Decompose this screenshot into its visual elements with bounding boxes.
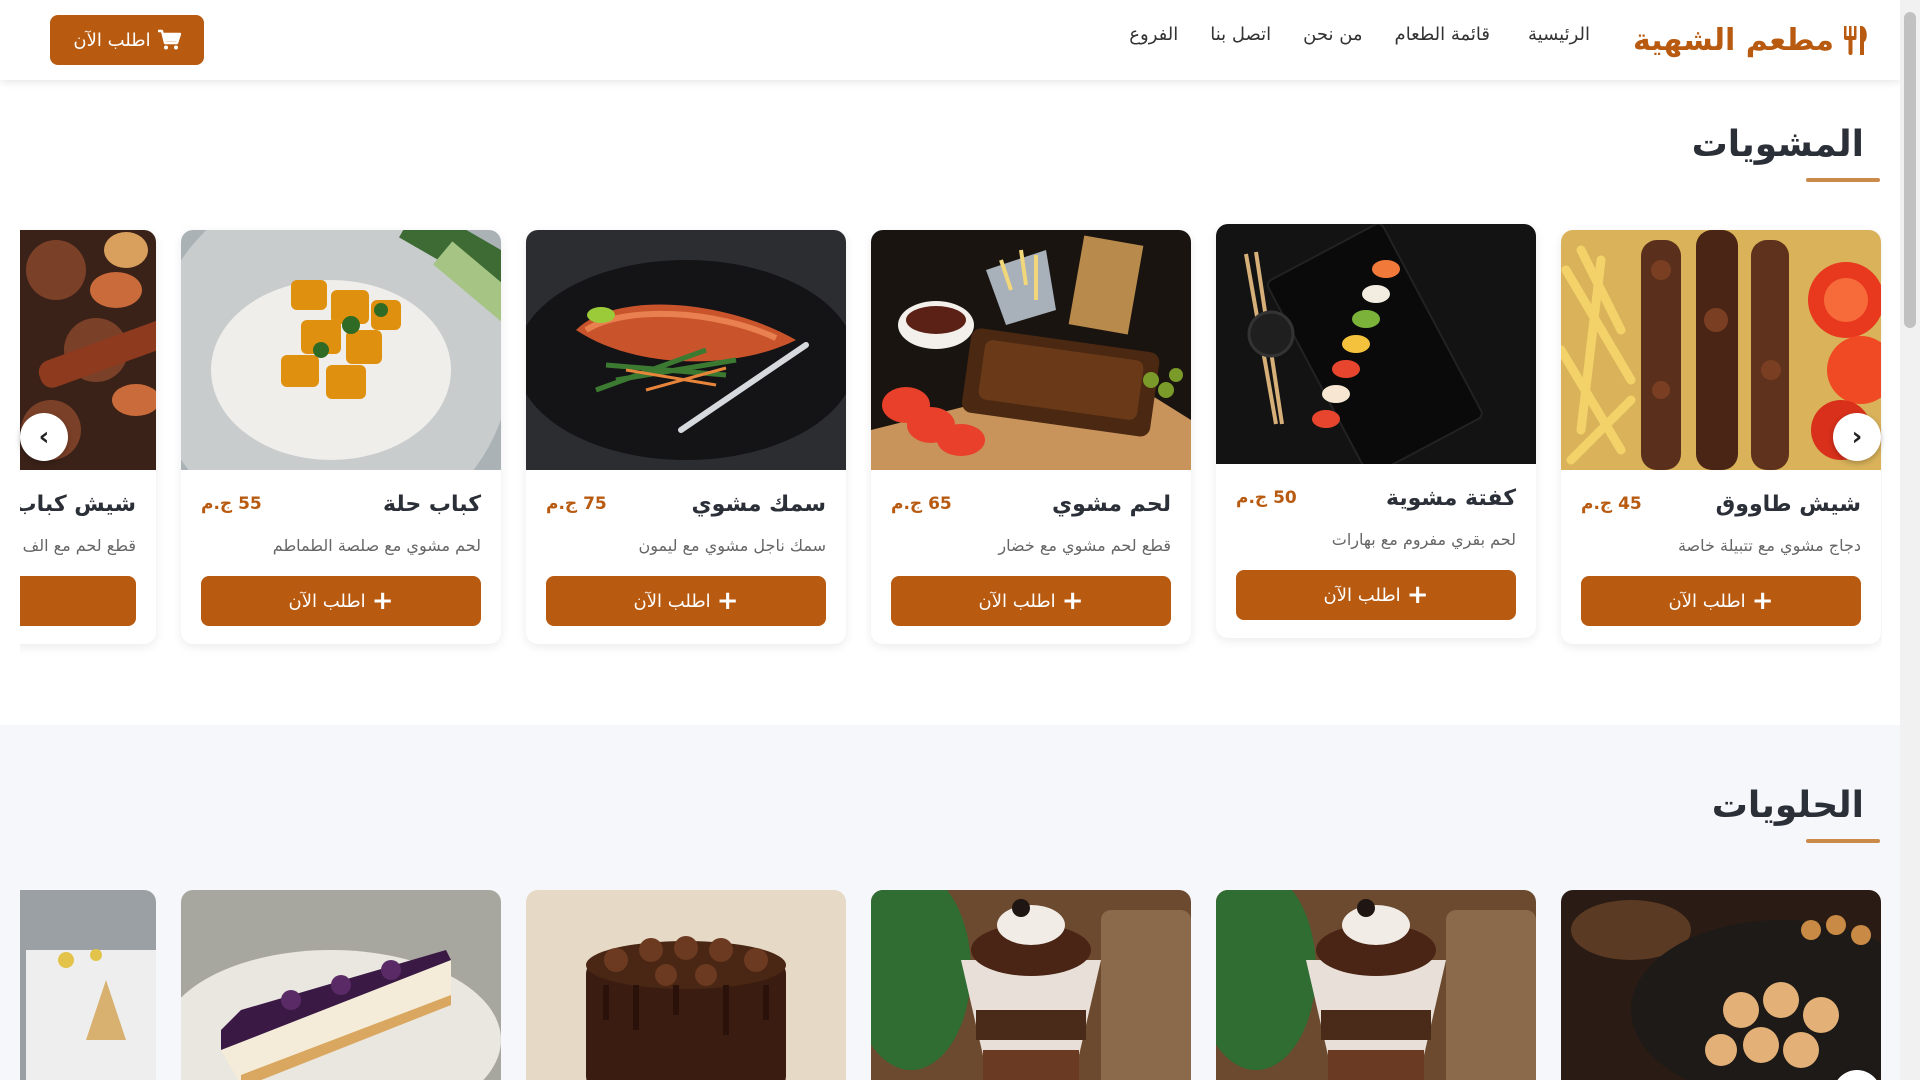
dish-image-dumplings: [1561, 890, 1881, 1080]
menu-card-grilled-meat: لحم مشوي 65 ج.م قطع لحم مشوي مع خضار + ا…: [871, 230, 1191, 644]
grills-carousel: شيش طاووق 45 ج.م دجاج مشوي مع تتبيلة خاص…: [20, 220, 1882, 720]
dish-description: دجاج مشوي مع تتبيلة خاصة: [1677, 536, 1861, 555]
page-scrollbar[interactable]: [1900, 0, 1920, 1080]
nav-home[interactable]: الرئيسية: [1528, 24, 1590, 45]
dish-price: 65 ج.م: [891, 494, 952, 514]
plus-icon: +: [1406, 580, 1429, 610]
chevron-left-icon: ‹: [38, 422, 50, 452]
order-dish-label: اطلب الآن: [288, 590, 366, 612]
menu-card-kebab-halla: كباب حلة 55 ج.م لحم مشوي مع صلصة الطماطم…: [181, 230, 501, 644]
dish-price: 45 ج.م: [1581, 494, 1642, 514]
dish-description: لحم بقري مفروم مع بهارات: [1331, 530, 1516, 549]
dish-name: شيش كباب: [20, 492, 136, 517]
order-dish-label: اطلب الآن: [633, 590, 711, 612]
order-dish-button[interactable]: + اطلب الآن: [1236, 570, 1516, 620]
dish-image-parfait: [871, 890, 1191, 1080]
order-dish-label: اطلب الآن: [1323, 584, 1401, 606]
sweets-title: الحلويات: [1711, 785, 1864, 826]
order-dish-button[interactable]: + اطلب الآن: [891, 576, 1171, 626]
menu-card-kofta: كفتة مشوية 50 ج.م لحم بقري مفروم مع بهار…: [1216, 224, 1536, 638]
cart-icon: [157, 29, 181, 50]
sweet-card-cheesecake: [181, 890, 501, 1080]
dish-image-decorated-cake: [20, 890, 156, 1080]
dish-name: كفتة مشوية: [1385, 486, 1516, 511]
nav-about[interactable]: من نحن: [1303, 24, 1362, 45]
dish-name: كباب حلة: [383, 492, 481, 517]
menu-card-grilled-fish: سمك مشوي 75 ج.م سمك ناجل مشوي مع ليمون +…: [526, 230, 846, 644]
scrollbar-thumb[interactable]: [1904, 12, 1916, 328]
nav-branches[interactable]: الفروع: [1129, 24, 1178, 45]
nav-links: الرئيسية قائمة الطعام من نحن اتصل بنا ال…: [1129, 24, 1590, 45]
grills-section: المشويات شيش طاووق 45 ج.م دجاج مشوي مع ت…: [0, 80, 1900, 725]
dish-description: قطع لحم مشوي مع خضار: [998, 536, 1171, 555]
order-dish-button[interactable]: + اطلب الآن: [546, 576, 826, 626]
sweet-card-decorated-cake: [20, 890, 156, 1080]
sweets-title-underline: [1806, 839, 1880, 843]
sweet-card-chocolate-cake: [526, 890, 846, 1080]
order-dish-button[interactable]: + اطلب الآن: [201, 576, 481, 626]
carousel-prev-button[interactable]: ‹: [20, 413, 68, 461]
navbar: مطعم الشهية الرئيسية قائمة الطعام من نحن…: [0, 0, 1900, 80]
sweets-section: الحلويات: [0, 725, 1900, 1080]
sweet-card-parfait: [1216, 890, 1536, 1080]
dish-image-grilled-meat: [871, 230, 1191, 470]
plus-icon: +: [371, 586, 394, 616]
grills-title: المشويات: [1691, 124, 1864, 165]
order-dish-label: اطلب الآن: [978, 590, 1056, 612]
dish-description: سمك ناجل مشوي مع ليمون: [638, 536, 826, 555]
dish-image-parfait: [1216, 890, 1536, 1080]
sweet-card-parfait-2: [871, 890, 1191, 1080]
dish-name: شيش طاووق: [1715, 492, 1861, 517]
plus-icon: +: [1061, 586, 1084, 616]
dish-name: سمك مشوي: [691, 492, 827, 517]
nav-contact[interactable]: اتصل بنا: [1210, 24, 1271, 45]
order-now-button[interactable]: اطلب الآن: [50, 15, 204, 65]
utensils-icon: [1844, 26, 1867, 55]
order-dish-label: اطلب الآن: [1668, 590, 1746, 612]
dish-description: لحم مشوي مع صلصة الطماطم: [272, 536, 481, 555]
dish-description: قطع لحم مع الف: [22, 536, 136, 555]
order-dish-button[interactable]: +: [20, 576, 136, 626]
dish-image-cheesecake: [181, 890, 501, 1080]
dish-price: 75 ج.م: [546, 494, 607, 514]
plus-icon: +: [1751, 586, 1774, 616]
nav-menu[interactable]: قائمة الطعام: [1395, 24, 1490, 45]
order-dish-button[interactable]: + اطلب الآن: [1581, 576, 1861, 626]
dish-image-grilled-fish: [526, 230, 846, 470]
sweets-carousel: [20, 890, 1882, 1080]
dish-price: 55 ج.م: [201, 494, 262, 514]
sweet-card-dumplings: [1561, 890, 1881, 1080]
grills-title-underline: [1806, 178, 1880, 182]
dish-price: 50 ج.م: [1236, 488, 1297, 508]
carousel-next-button[interactable]: ›: [1833, 413, 1881, 461]
brand-logo[interactable]: مطعم الشهية: [1633, 18, 1870, 62]
dish-image-kofta: [1216, 224, 1536, 464]
dish-image-kebab-halla: [181, 230, 501, 470]
chevron-right-icon: ›: [1851, 422, 1863, 452]
dish-name: لحم مشوي: [1052, 492, 1171, 517]
order-now-label: اطلب الآن: [73, 29, 151, 51]
plus-icon: +: [716, 586, 739, 616]
dish-image-chocolate-cake: [526, 890, 846, 1080]
brand-name: مطعم الشهية: [1632, 22, 1834, 58]
